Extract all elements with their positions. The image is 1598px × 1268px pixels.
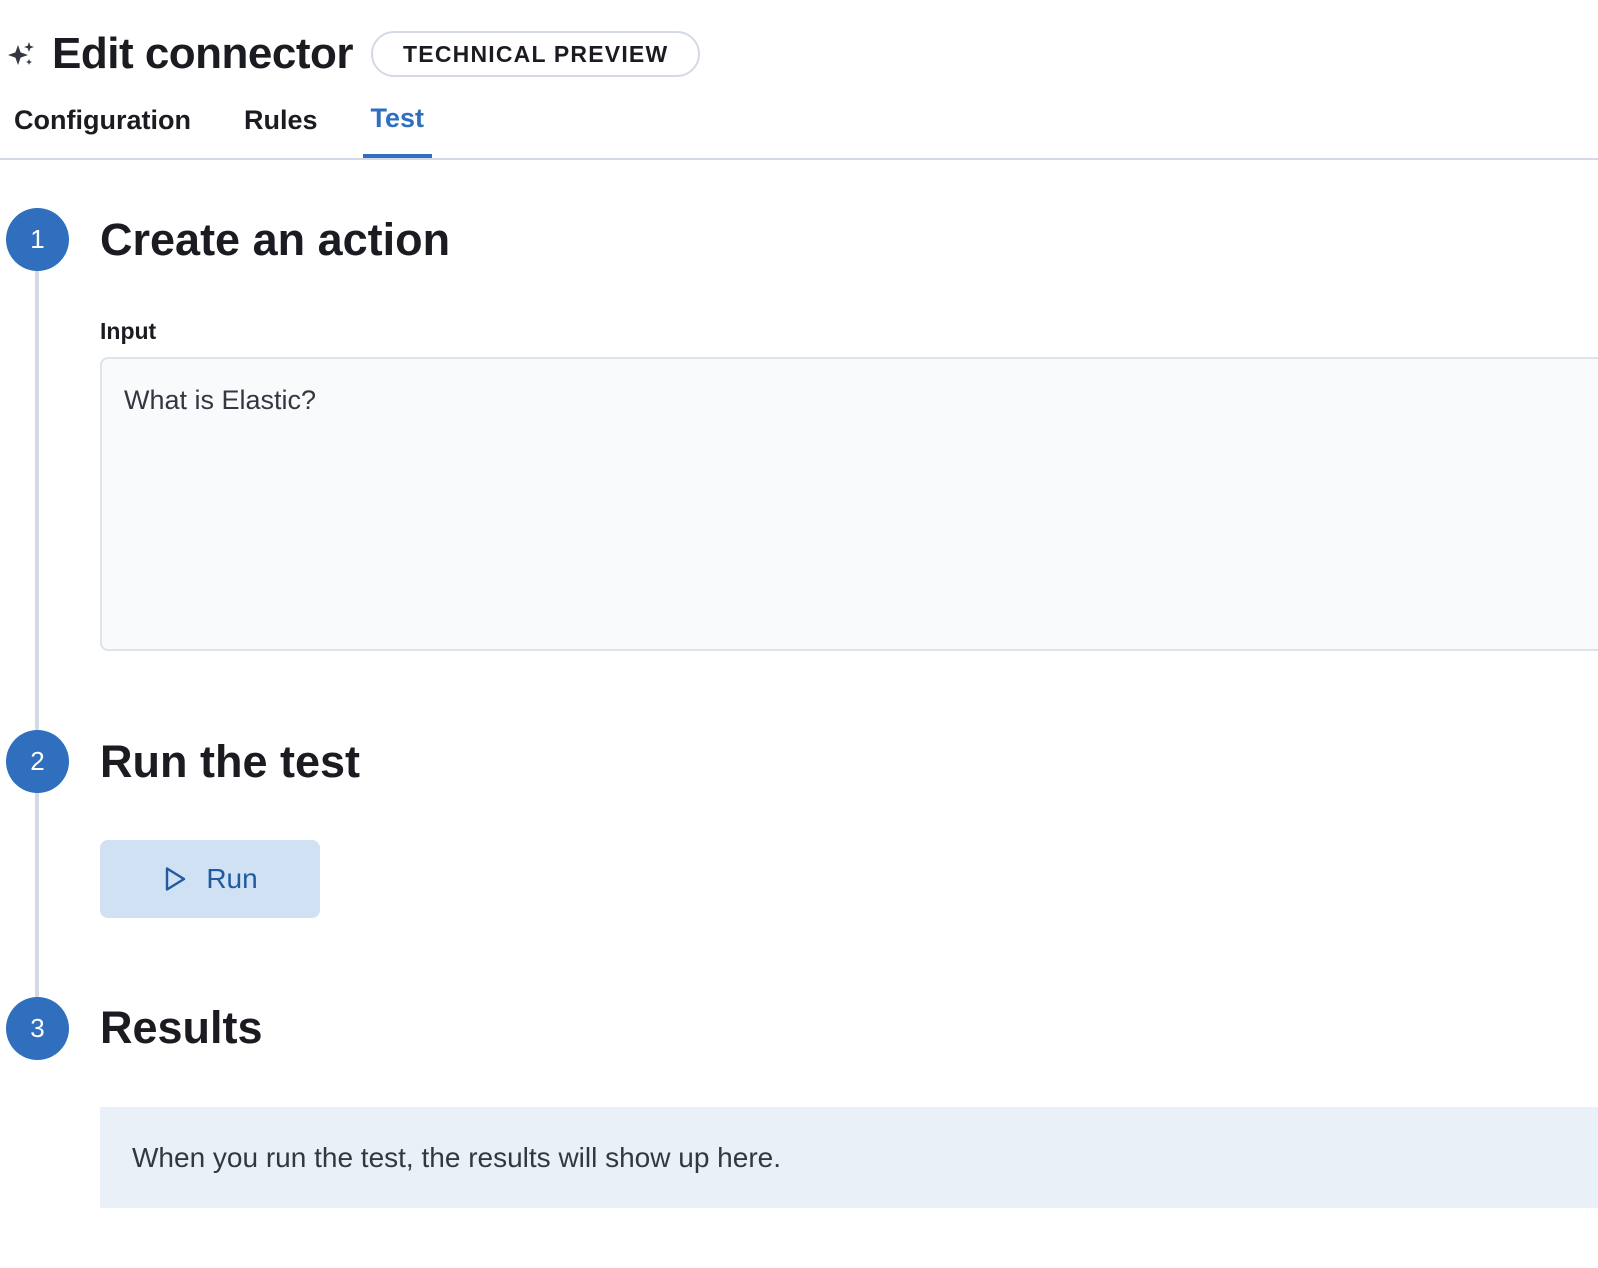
sparkles-icon: [6, 39, 36, 69]
tab-rules[interactable]: Rules: [236, 96, 326, 158]
technical-preview-badge: TECHNICAL PREVIEW: [371, 31, 701, 77]
input-textarea[interactable]: What is Elastic?: [100, 357, 1598, 651]
step-3-number: 3: [6, 997, 69, 1060]
results-panel: When you run the test, the results will …: [100, 1107, 1598, 1208]
play-icon: [162, 865, 188, 893]
tab-configuration[interactable]: Configuration: [6, 96, 199, 158]
step-3-title: Results: [100, 1002, 263, 1053]
page-header: Edit connector TECHNICAL PREVIEW Configu…: [0, 0, 1598, 160]
input-label: Input: [100, 318, 157, 344]
page-title: Edit connector: [52, 29, 354, 78]
steps-connector-line: [35, 240, 39, 1030]
tab-test[interactable]: Test: [362, 96, 433, 158]
step-2-number: 2: [6, 730, 69, 793]
step-1-number: 1: [6, 208, 69, 271]
results-empty-message: When you run the test, the results will …: [132, 1141, 781, 1173]
title-row: Edit connector TECHNICAL PREVIEW: [6, 24, 701, 84]
step-1-title: Create an action: [100, 214, 451, 265]
step-2-title: Run the test: [100, 736, 361, 787]
run-button[interactable]: Run: [100, 840, 320, 918]
tab-bar: Configuration Rules Test: [0, 96, 463, 160]
run-button-label: Run: [206, 863, 258, 894]
